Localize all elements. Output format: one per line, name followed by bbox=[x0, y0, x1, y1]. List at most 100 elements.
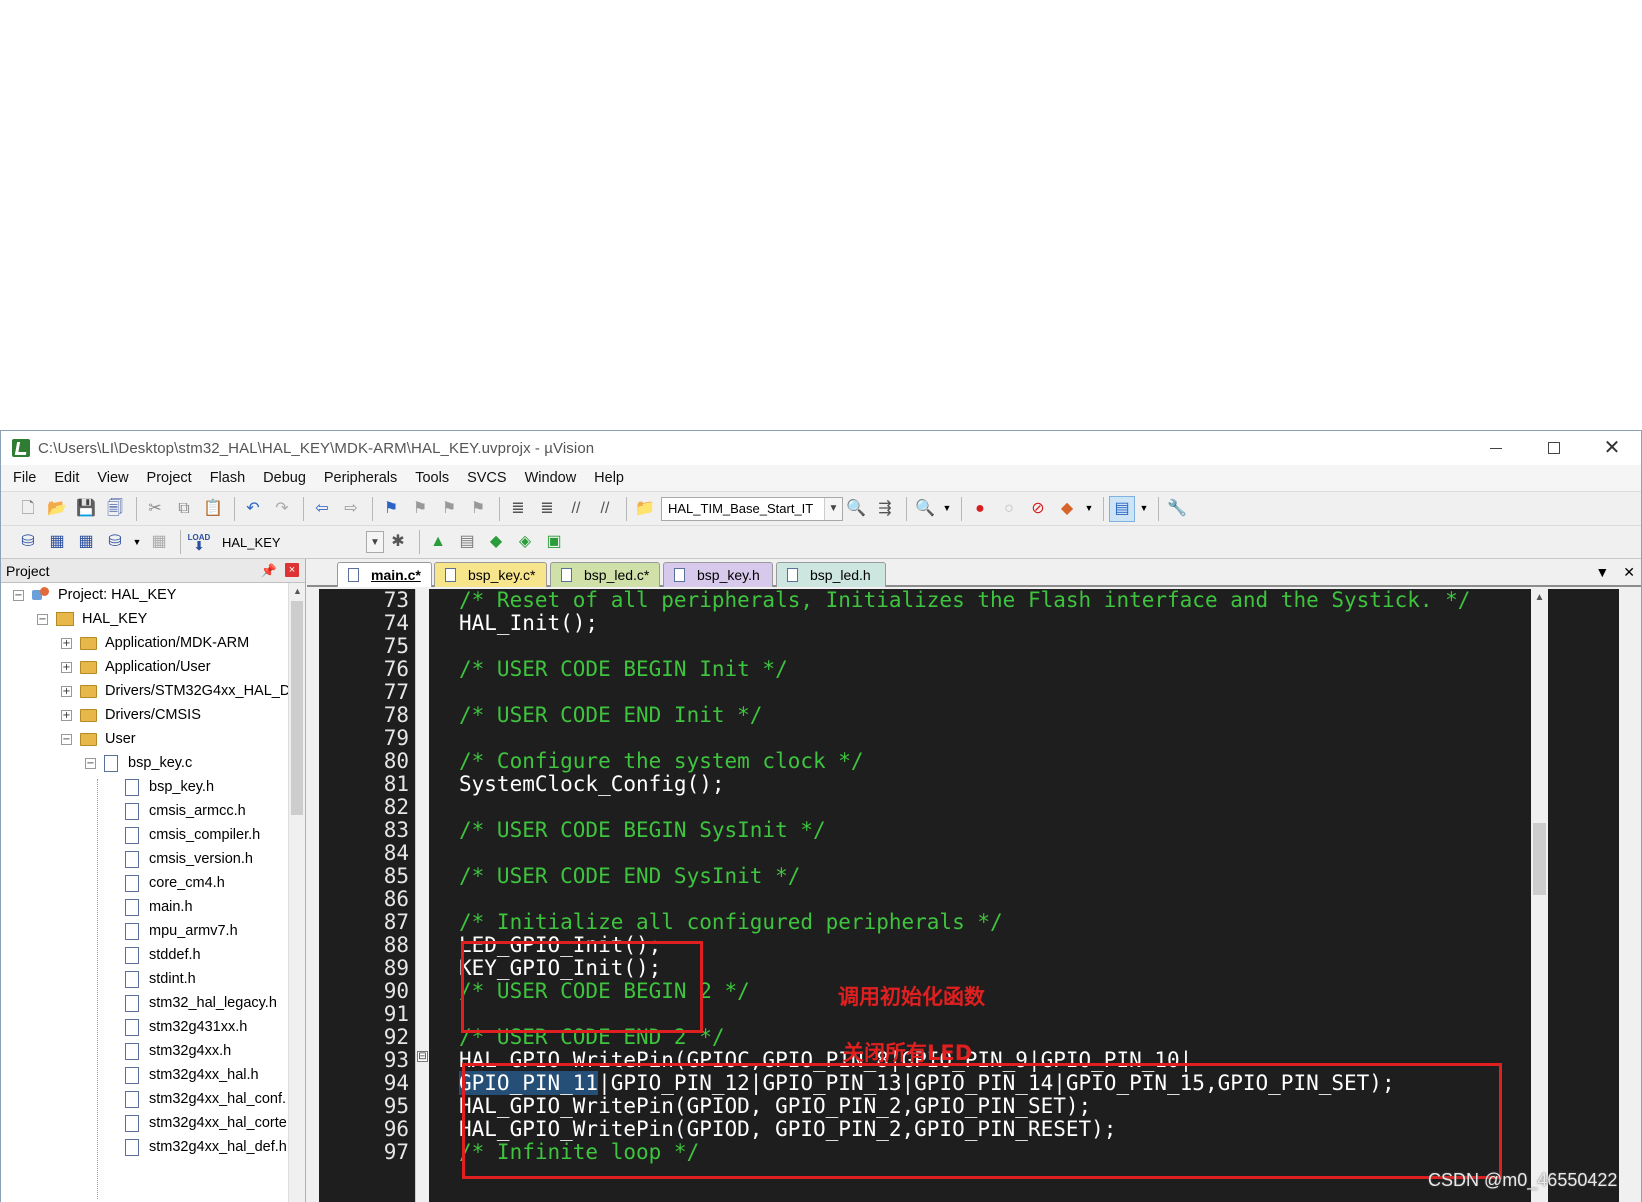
chevron-down-icon[interactable]: ▼ bbox=[824, 497, 842, 520]
batch-build-icon[interactable]: ⛁ bbox=[102, 529, 128, 555]
maximize-button[interactable] bbox=[1525, 431, 1583, 465]
menu-edit[interactable]: Edit bbox=[54, 470, 79, 486]
menu-file[interactable]: File bbox=[13, 470, 36, 486]
undo-icon[interactable]: ↶ bbox=[240, 496, 266, 522]
tree-node-target[interactable]: − HAL_KEY bbox=[37, 607, 147, 631]
disable-breakpoint-icon[interactable]: ○ bbox=[996, 496, 1022, 522]
tree-dependency[interactable]: stm32g4xx_hal_conf. bbox=[125, 1087, 286, 1111]
minimize-button[interactable] bbox=[1467, 431, 1525, 465]
tab-list-icon[interactable]: ▼ bbox=[1595, 564, 1609, 581]
breakpoint-icon[interactable]: ● bbox=[967, 496, 993, 522]
menu-tools[interactable]: Tools bbox=[415, 470, 449, 486]
tree-dependency[interactable]: core_cm4.h bbox=[125, 871, 225, 895]
save-icon[interactable]: 💾 bbox=[73, 496, 99, 522]
select-pack-icon[interactable]: ◆ bbox=[483, 529, 509, 555]
copy-icon[interactable]: ⧉ bbox=[171, 496, 197, 522]
clear-bookmarks-icon[interactable]: ⚑ bbox=[465, 496, 491, 522]
tab-bsp-led-c[interactable]: bsp_led.c* bbox=[550, 562, 660, 587]
build-icon[interactable]: ▦ bbox=[44, 529, 70, 555]
tree-dependency[interactable]: cmsis_compiler.h bbox=[125, 823, 260, 847]
collapse-icon[interactable]: − bbox=[61, 733, 72, 745]
find-in-files-icon[interactable]: 📁 bbox=[632, 496, 658, 522]
menu-window[interactable]: Window bbox=[525, 470, 577, 486]
tree-dependency[interactable]: cmsis_version.h bbox=[125, 847, 253, 871]
scrollbar-thumb[interactable] bbox=[291, 601, 303, 815]
menu-peripherals[interactable]: Peripherals bbox=[324, 470, 397, 486]
tab-bsp-key-h[interactable]: bsp_key.h bbox=[663, 562, 773, 587]
scrollbar-thumb[interactable] bbox=[1533, 823, 1546, 895]
disable-all-breakpoints-icon[interactable]: ◆ bbox=[1054, 496, 1080, 522]
tree-dependency[interactable]: stm32g4xx_hal_corte bbox=[125, 1111, 287, 1135]
menu-svcs[interactable]: SVCS bbox=[467, 470, 507, 486]
find-icon[interactable]: 🔍 bbox=[843, 496, 869, 522]
tree-dependency[interactable]: stdint.h bbox=[125, 967, 196, 991]
incremental-find-icon[interactable]: ⇶ bbox=[872, 496, 898, 522]
close-button[interactable]: ✕ bbox=[1583, 431, 1641, 465]
chevron-down-icon[interactable]: ▼ bbox=[1138, 496, 1150, 522]
tree-dependency[interactable]: stm32g4xx_hal_def.h bbox=[125, 1135, 287, 1159]
window-layout-icon[interactable]: ▤ bbox=[1109, 495, 1135, 522]
cut-icon[interactable]: ✂ bbox=[142, 496, 168, 522]
scroll-up-icon[interactable]: ▲ bbox=[1531, 589, 1548, 606]
tree-node-project[interactable]: − Project: HAL_KEY bbox=[13, 583, 176, 607]
scroll-up-icon[interactable]: ▲ bbox=[289, 583, 306, 600]
close-icon[interactable]: × bbox=[285, 563, 299, 577]
new-file-icon[interactable]: 🗋 bbox=[15, 496, 41, 522]
next-bookmark-icon[interactable]: ⚑ bbox=[436, 496, 462, 522]
project-scrollbar[interactable]: ▲ bbox=[288, 583, 305, 1202]
tree-dependency[interactable]: stm32g4xx_hal.h bbox=[125, 1063, 259, 1087]
expand-icon[interactable]: + bbox=[61, 709, 72, 721]
target-options-icon[interactable]: ✱ bbox=[385, 529, 411, 555]
collapse-icon[interactable]: − bbox=[13, 589, 24, 601]
indent-icon[interactable]: ≣ bbox=[505, 496, 531, 522]
menu-flash[interactable]: Flash bbox=[210, 470, 245, 486]
comment-icon[interactable]: // bbox=[563, 496, 589, 522]
redo-icon[interactable]: ↷ bbox=[269, 496, 295, 522]
close-tab-icon[interactable]: ✕ bbox=[1623, 564, 1635, 581]
menu-help[interactable]: Help bbox=[594, 470, 624, 486]
debug-session-icon[interactable]: 🔍 bbox=[912, 496, 938, 522]
manage-components-icon[interactable]: ▤ bbox=[454, 529, 480, 555]
expand-icon[interactable]: + bbox=[61, 661, 72, 673]
uncomment-icon[interactable]: // bbox=[592, 496, 618, 522]
fold-toggle-icon[interactable]: ⊟ bbox=[417, 1051, 428, 1062]
tree-dependency[interactable]: stm32_hal_legacy.h bbox=[125, 991, 277, 1015]
tree-dependency[interactable]: cmsis_armcc.h bbox=[125, 799, 246, 823]
rebuild-icon[interactable]: ▦ bbox=[73, 529, 99, 555]
target-combo[interactable]: HAL_KEY ▼ bbox=[215, 530, 385, 554]
pin-icon[interactable]: 📌 bbox=[261, 563, 277, 579]
tree-group[interactable]: + Drivers/CMSIS bbox=[61, 703, 201, 727]
chevron-down-icon[interactable]: ▼ bbox=[941, 496, 953, 522]
expand-icon[interactable]: + bbox=[61, 685, 72, 697]
translate-icon[interactable]: ⛁ bbox=[15, 529, 41, 555]
chevron-down-icon[interactable]: ▼ bbox=[366, 531, 384, 553]
nav-forward-icon[interactable]: ⇨ bbox=[338, 496, 364, 522]
collapse-icon[interactable]: − bbox=[85, 757, 96, 769]
tree-dependency[interactable]: mpu_armv7.h bbox=[125, 919, 238, 943]
tree-dependency[interactable]: stm32g431xx.h bbox=[125, 1015, 247, 1039]
tab-bsp-key-c[interactable]: bsp_key.c* bbox=[434, 562, 547, 587]
tree-dependency[interactable]: stm32g4xx.h bbox=[125, 1039, 231, 1063]
tree-group[interactable]: + Application/User bbox=[61, 655, 211, 679]
tree-file[interactable]: − bsp_key.c bbox=[85, 751, 192, 775]
menu-project[interactable]: Project bbox=[147, 470, 192, 486]
collapse-icon[interactable]: − bbox=[37, 613, 48, 625]
pack-installer-icon[interactable]: ▣ bbox=[541, 529, 567, 555]
tab-bsp-led-h[interactable]: bsp_led.h bbox=[776, 562, 886, 587]
menu-debug[interactable]: Debug bbox=[263, 470, 306, 486]
tree-group[interactable]: + Drivers/STM32G4xx_HAL_Dri bbox=[61, 679, 289, 703]
file-extensions-icon[interactable]: ▲ bbox=[425, 529, 451, 555]
prev-bookmark-icon[interactable]: ⚑ bbox=[407, 496, 433, 522]
tree-dependency[interactable]: stddef.h bbox=[125, 943, 201, 967]
expand-icon[interactable]: + bbox=[61, 637, 72, 649]
nav-back-icon[interactable]: ⇦ bbox=[309, 496, 335, 522]
paste-icon[interactable]: 📋 bbox=[200, 496, 226, 522]
download-icon[interactable]: LOAD ⬇ bbox=[186, 529, 212, 555]
configure-icon[interactable]: 🔧 bbox=[1164, 496, 1190, 522]
tree-dependency[interactable]: bsp_key.h bbox=[125, 775, 214, 799]
tab-main-c[interactable]: main.c* bbox=[337, 562, 432, 587]
pack-installer-icon[interactable]: ◈ bbox=[512, 529, 538, 555]
stop-build-icon[interactable]: ▦ bbox=[146, 529, 172, 555]
unindent-icon[interactable]: ≣ bbox=[534, 496, 560, 522]
editor-scrollbar[interactable]: ▲ bbox=[1531, 589, 1548, 1202]
